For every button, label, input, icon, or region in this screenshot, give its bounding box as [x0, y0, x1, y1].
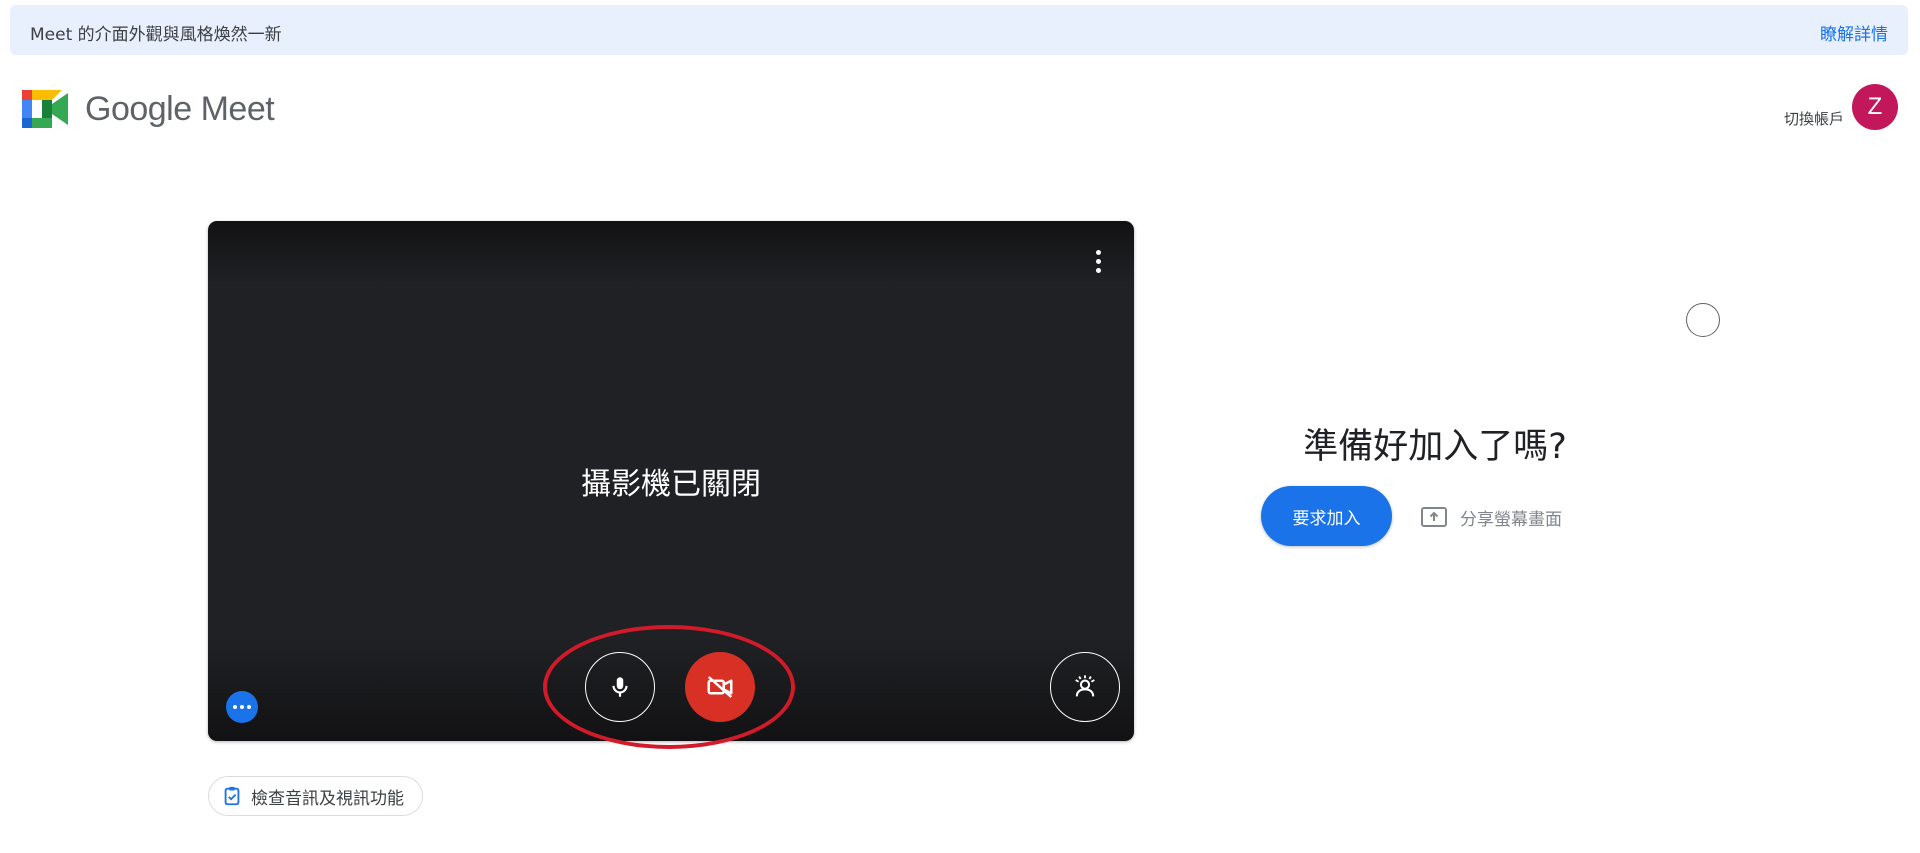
more-options-button[interactable]: [1086, 246, 1110, 276]
switch-account-link[interactable]: 切換帳戶: [1784, 108, 1844, 129]
banner-message: Meet 的介面外觀與風格煥然一新: [30, 25, 282, 45]
more-horiz-icon-dot: [247, 705, 251, 709]
visual-effects-button[interactable]: [1050, 652, 1120, 722]
more-horiz-icon-dot: [240, 705, 244, 709]
video-preview: 攝影機已關閉: [208, 221, 1134, 741]
ready-to-join-title: 準備好加入了嗎?: [1303, 427, 1567, 467]
more-horiz-icon: [233, 705, 237, 709]
check-audio-video-label: 檢查音訊及視訊功能: [251, 788, 404, 809]
more-actions-button[interactable]: [226, 691, 258, 723]
check-audio-video-button[interactable]: 檢查音訊及視訊功能: [208, 776, 423, 816]
google-meet-logo-icon: [22, 90, 68, 128]
more-vert-icon-dot: [1095, 258, 1101, 264]
camera-off-message: 攝影機已關閉: [581, 467, 761, 502]
learn-more-link[interactable]: 瞭解詳情: [1820, 20, 1888, 45]
ask-to-join-button[interactable]: 要求加入: [1261, 486, 1392, 546]
clipboard-check-icon: [224, 786, 240, 806]
share-screen-label: 分享螢幕畫面: [1460, 509, 1562, 530]
avatar[interactable]: Z: [1852, 84, 1898, 130]
microphone-toggle-button[interactable]: [585, 652, 655, 722]
cursor-indicator: [1686, 303, 1720, 337]
camera-toggle-button[interactable]: [685, 652, 755, 722]
microphone-icon: [612, 677, 628, 697]
more-vert-icon-dot: [1095, 267, 1101, 273]
visual-effects-icon: [1075, 675, 1095, 697]
app-title: Google Meet: [85, 90, 275, 128]
notification-banner: Meet 的介面外觀與風格煥然一新 瞭解詳情: [10, 5, 1908, 55]
camera-off-icon: [707, 676, 733, 698]
present-screen-icon: [1421, 507, 1447, 527]
share-screen-button[interactable]: 分享螢幕畫面: [1420, 500, 1562, 534]
more-vert-icon: [1095, 249, 1101, 255]
